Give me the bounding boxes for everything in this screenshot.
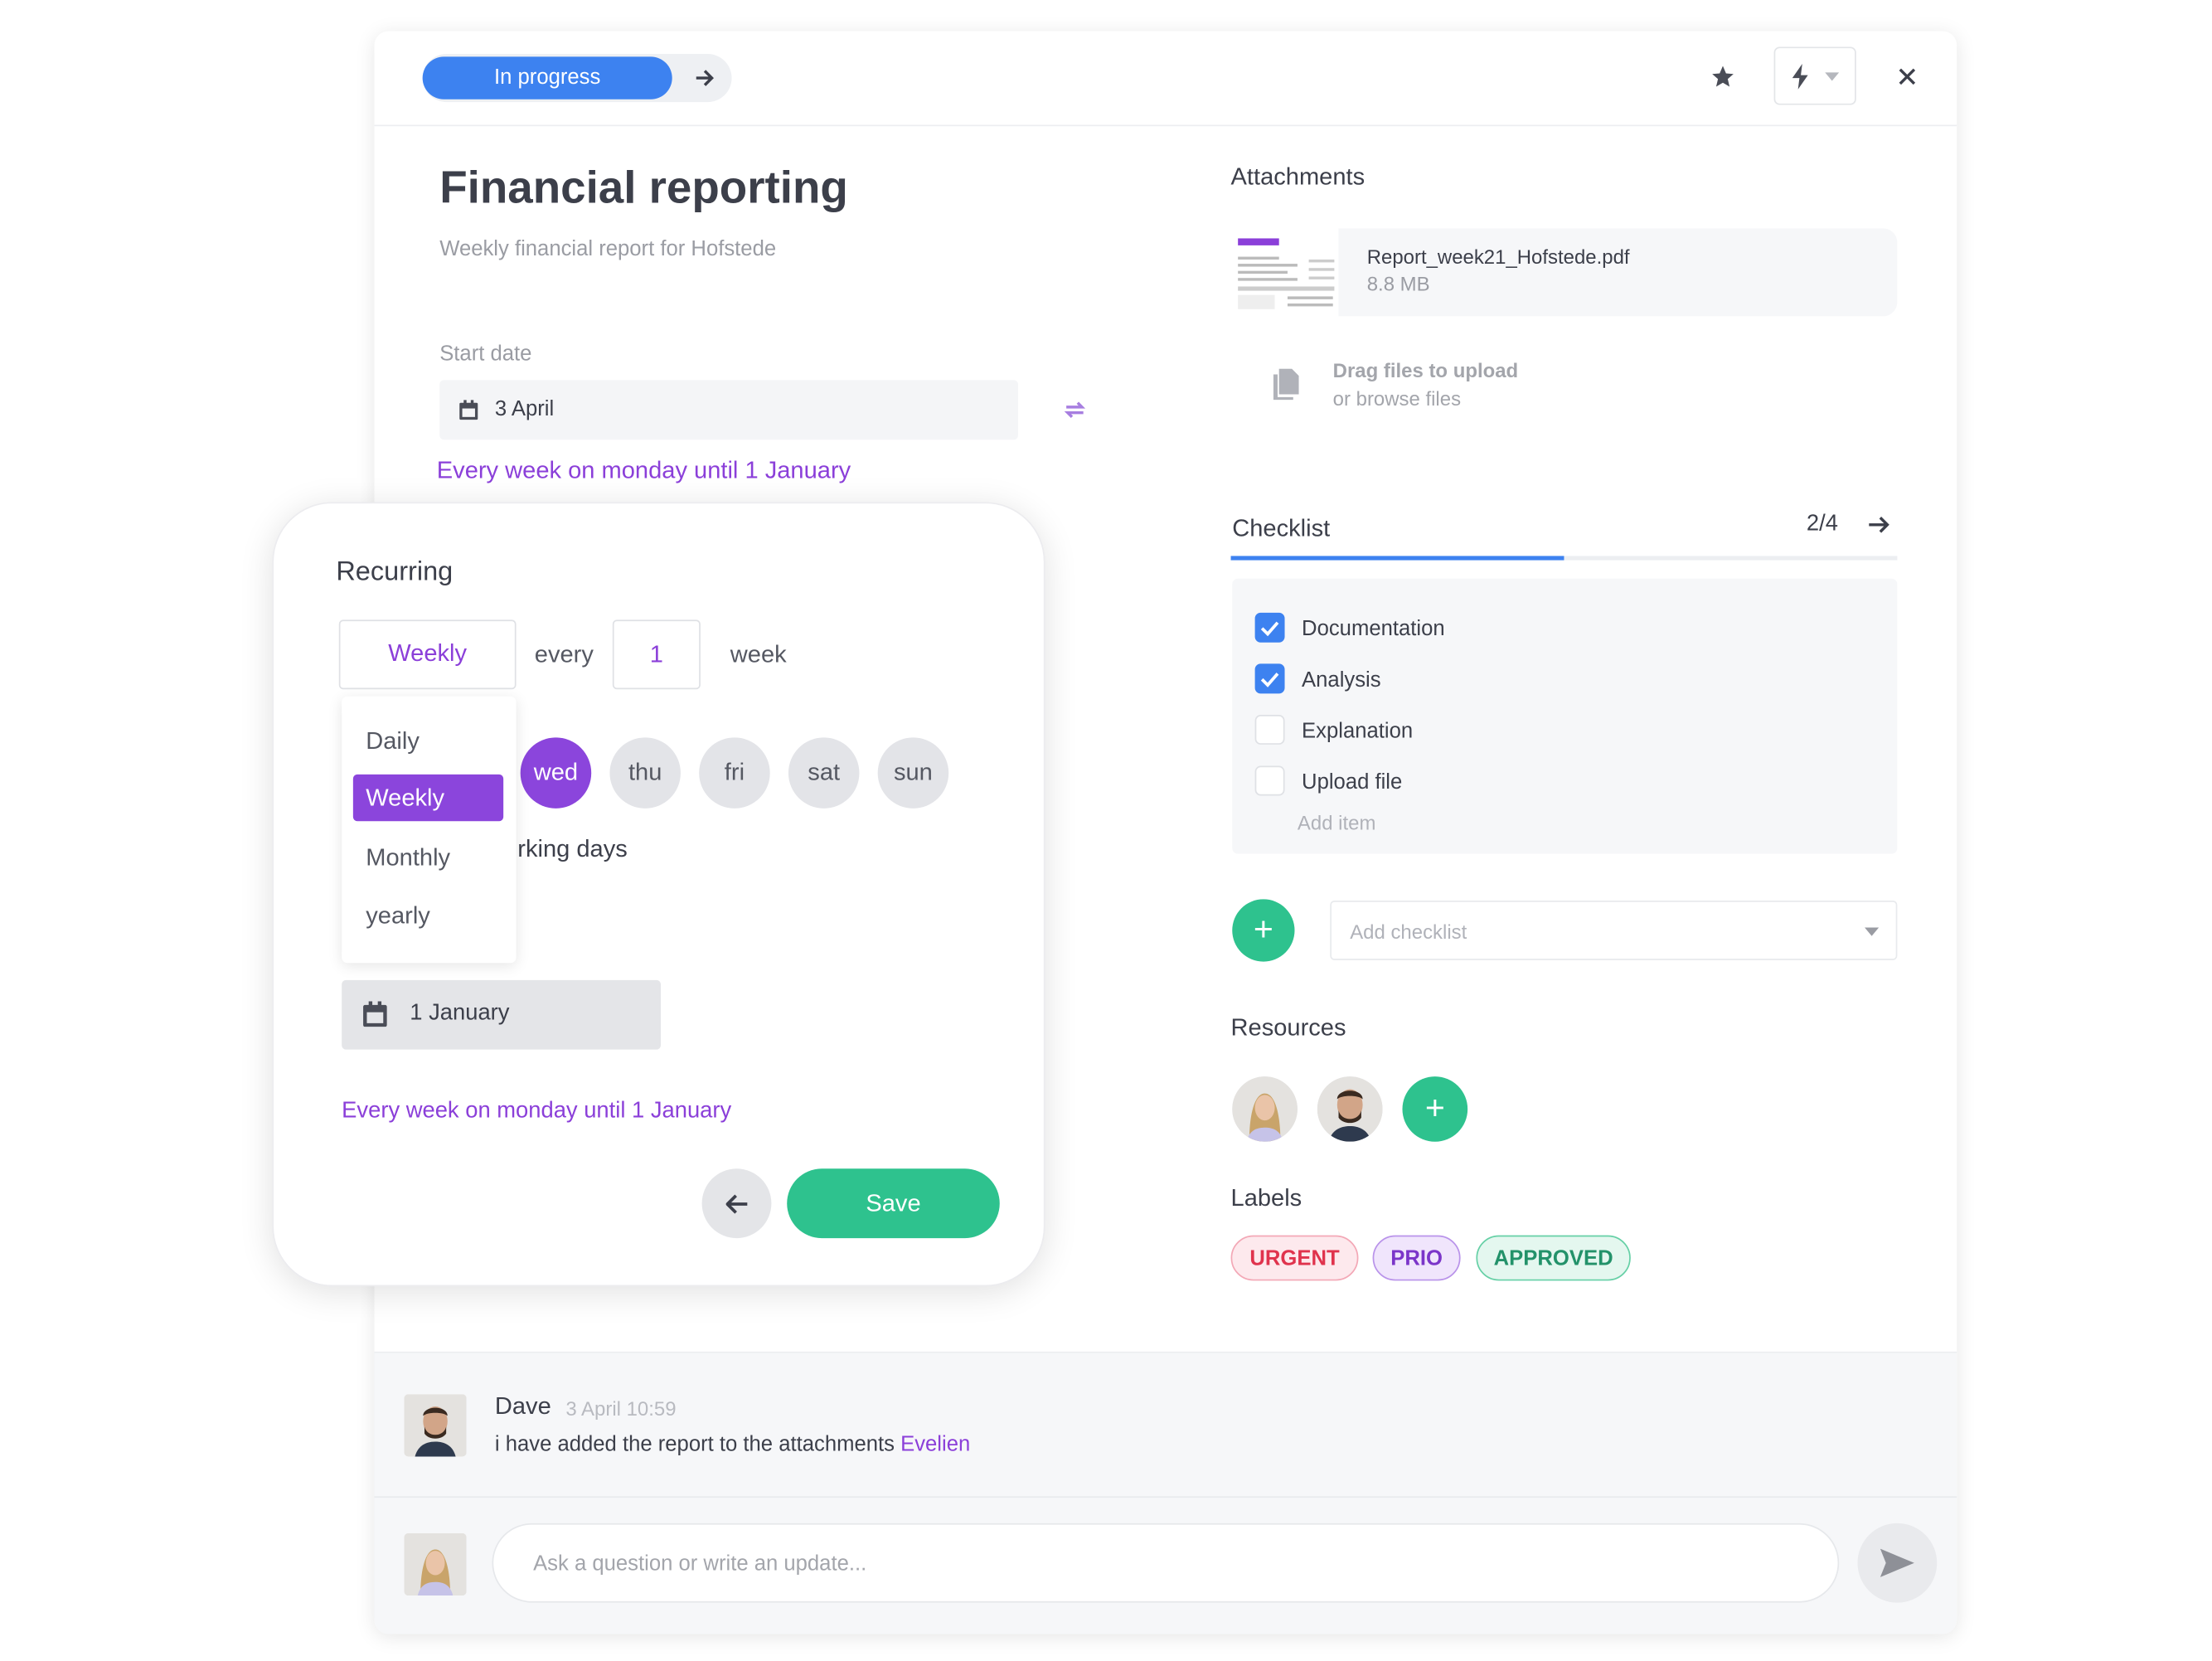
star-icon[interactable] [1705, 60, 1739, 94]
end-date-field[interactable]: 1 January [342, 979, 661, 1050]
recurring-title: Recurring [336, 557, 454, 588]
day-thu[interactable]: thu [609, 737, 681, 809]
day-sat[interactable]: sat [788, 737, 860, 809]
day-wed[interactable]: wed [520, 737, 592, 809]
option-daily[interactable]: Daily [353, 717, 503, 764]
checklist-item-label: Documentation [1302, 616, 1445, 642]
label-urgent[interactable]: URGENT [1230, 1235, 1359, 1281]
attachment-item[interactable]: Report_week21_Hofstede.pdf 8.8 MB [1338, 228, 1898, 317]
plus-icon: + [1424, 1089, 1445, 1128]
file-size: 8.8 MB [1366, 272, 1430, 295]
end-date-value: 1 January [410, 1001, 510, 1026]
label-approved[interactable]: APPROVED [1476, 1235, 1631, 1281]
start-date-label: Start date [439, 342, 532, 367]
day-fri[interactable]: fri [699, 737, 770, 809]
comment-time: 3 April 10:59 [565, 1396, 677, 1421]
frequency-select[interactable]: Weekly [338, 619, 517, 690]
add-item-input[interactable]: Add item [1298, 811, 1375, 833]
files-icon [1273, 368, 1299, 401]
working-days-label[interactable]: rking days [517, 835, 628, 863]
comment-avatar-dave [404, 1394, 467, 1457]
comment-body: i have added the report to the attachmen… [494, 1432, 895, 1457]
comment-input[interactable]: Ask a question or write an update... [492, 1523, 1840, 1603]
checklist-item-label: Upload file [1302, 770, 1403, 794]
comment-placeholder: Ask a question or write an update... [533, 1552, 867, 1576]
unit-label: week [730, 641, 787, 668]
header-divider [374, 124, 1957, 127]
interval-input[interactable]: 1 [612, 619, 701, 690]
send-button[interactable] [1857, 1523, 1938, 1603]
resources-title: Resources [1230, 1013, 1346, 1042]
checkbox-documentation[interactable] [1254, 612, 1285, 643]
arrow-left-icon [725, 1193, 747, 1213]
automation-button[interactable] [1773, 46, 1856, 105]
close-icon[interactable] [1893, 62, 1921, 90]
checklist-box: Documentation Analysis Explanation Uploa… [1232, 578, 1898, 854]
recurrence-summary-link[interactable]: Every week on monday until 1 January [437, 457, 851, 485]
arrow-right-icon[interactable] [678, 54, 732, 102]
checkbox-analysis[interactable] [1254, 663, 1285, 694]
checkbox-upload-file[interactable] [1254, 765, 1285, 796]
comments-divider [374, 1496, 1957, 1498]
avatar-evelien[interactable] [1232, 1076, 1298, 1142]
checkbox-explanation[interactable] [1254, 714, 1285, 745]
status-control: In progress [422, 53, 732, 103]
checklist-progress [1230, 556, 1898, 561]
start-date-value: 3 April [494, 396, 555, 421]
upload-drop-zone[interactable]: Drag files to upload [1333, 359, 1519, 381]
frequency-dropdown: Daily Weekly Monthly yearly [342, 696, 517, 964]
task-subtitle: Weekly financial report for Hofstede [439, 236, 777, 261]
chevron-down-icon [1825, 71, 1840, 80]
repeat-icon[interactable] [1064, 399, 1086, 421]
recurring-dialog: Recurring Weekly every 1 week wed thu fr… [272, 502, 1045, 1287]
add-resource-button[interactable]: + [1402, 1076, 1468, 1142]
lightning-icon [1792, 63, 1808, 89]
calendar-icon [363, 1001, 387, 1027]
checklist-item-label: Analysis [1302, 668, 1381, 692]
avatar-dave[interactable] [1317, 1076, 1383, 1142]
send-icon [1880, 1548, 1914, 1577]
add-checklist-select[interactable]: Add checklist [1330, 901, 1898, 960]
every-label: every [534, 641, 594, 668]
recurring-summary: Every week on monday until 1 January [342, 1099, 732, 1124]
composer-avatar [404, 1532, 467, 1596]
file-name: Report_week21_Hofstede.pdf [1366, 245, 1630, 269]
status-button[interactable]: In progress [422, 56, 672, 100]
plus-icon: + [1253, 911, 1273, 949]
add-checklist-placeholder: Add checklist [1350, 920, 1467, 944]
pdf-thumbnail[interactable] [1238, 238, 1337, 309]
option-monthly[interactable]: Monthly [353, 834, 503, 881]
page-title: Financial reporting [439, 161, 848, 213]
save-button[interactable]: Save [787, 1168, 1000, 1239]
start-date-field[interactable]: 3 April [439, 380, 1018, 440]
day-sun[interactable]: sun [877, 737, 949, 809]
browse-files-link[interactable]: or browse files [1333, 387, 1461, 410]
comment-mention[interactable]: Evelien [900, 1432, 970, 1456]
checklist-progress-fill [1230, 556, 1564, 561]
checklist-count: 2/4 [1806, 512, 1838, 537]
comment-text: i have added the report to the attachmen… [495, 1432, 970, 1456]
checklist-item-label: Explanation [1302, 719, 1414, 744]
checklist-title: Checklist [1232, 514, 1331, 542]
option-weekly[interactable]: Weekly [352, 774, 504, 822]
add-checklist-button[interactable]: + [1232, 899, 1295, 962]
arrow-right-icon[interactable] [1869, 517, 1890, 534]
option-yearly[interactable]: yearly [353, 892, 503, 939]
attachments-title: Attachments [1230, 163, 1366, 191]
label-prio[interactable]: PRIO [1372, 1235, 1461, 1281]
chevron-down-icon [1865, 927, 1880, 936]
calendar-icon [459, 400, 478, 420]
back-button[interactable] [701, 1168, 772, 1239]
comments-section: Dave 3 April 10:59 i have added the repo… [374, 1351, 1957, 1634]
labels-title: Labels [1230, 1184, 1302, 1212]
comment-author: Dave [494, 1392, 551, 1421]
